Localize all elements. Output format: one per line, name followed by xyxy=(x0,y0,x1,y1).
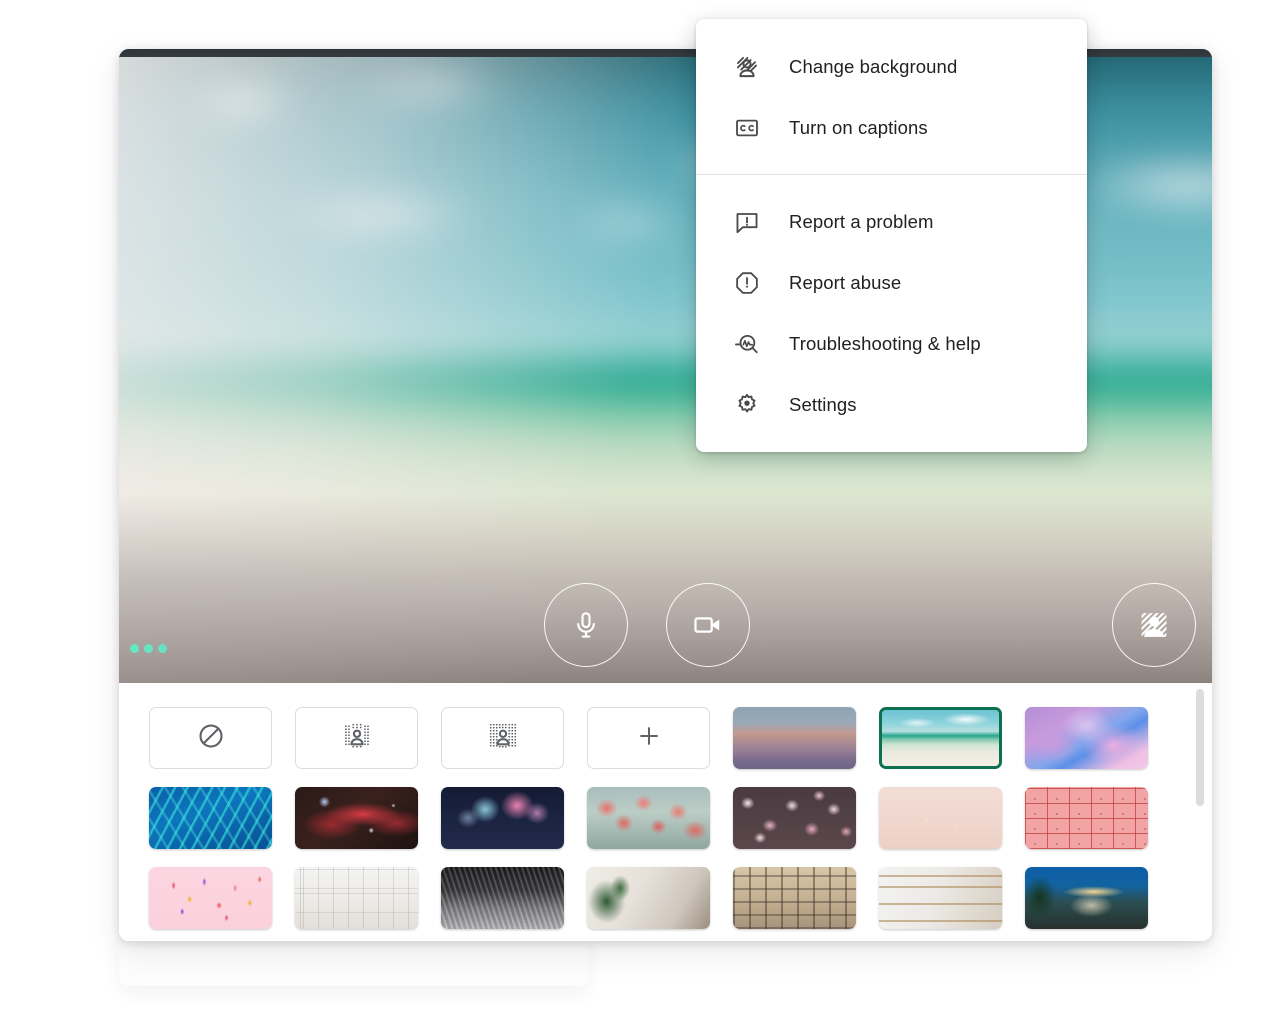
menu-item-label: Report a problem xyxy=(789,211,934,233)
menu-item-label: Settings xyxy=(789,394,857,416)
menu-item-label: Turn on captions xyxy=(789,117,928,139)
background-thumbnail xyxy=(149,787,272,849)
menu-item-report-a-problem[interactable]: Report a problem xyxy=(696,191,1087,252)
report-abuse-icon xyxy=(734,270,760,296)
change-background-icon xyxy=(1137,608,1171,642)
background-thumbnail xyxy=(441,787,564,849)
gear-icon xyxy=(734,392,760,418)
background-picker-panel xyxy=(119,683,1212,941)
background-tile-grey-bedroom[interactable] xyxy=(441,867,564,929)
background-tile-blur-background[interactable] xyxy=(441,707,564,769)
menu-item-settings[interactable]: Settings xyxy=(696,374,1087,435)
background-tile-pink-sparkles[interactable] xyxy=(879,787,1002,849)
change-background-button[interactable] xyxy=(1112,583,1196,667)
background-tile-fireworks[interactable] xyxy=(441,787,564,849)
background-thumbnail xyxy=(879,787,1002,849)
background-thumbnail xyxy=(733,787,856,849)
background-tile-plant-corner[interactable] xyxy=(587,867,710,929)
background-thumbnail xyxy=(295,787,418,849)
background-thumbnail xyxy=(441,867,564,929)
background-tile-beach[interactable] xyxy=(879,707,1002,769)
picker-scrollbar[interactable] xyxy=(1196,689,1204,935)
picker-scrollbar-thumb[interactable] xyxy=(1196,689,1204,806)
background-tile-row xyxy=(149,707,1212,769)
background-tile-upload-a-background-image[interactable] xyxy=(587,707,710,769)
change-background-icon xyxy=(734,54,760,80)
background-thumbnail xyxy=(1025,867,1148,929)
background-tile-grid xyxy=(119,683,1212,941)
speaking-dot xyxy=(144,644,153,653)
speaking-dot xyxy=(130,644,139,653)
background-thumbnail xyxy=(587,787,710,849)
background-tile-water-caustics[interactable] xyxy=(149,787,272,849)
camera-button[interactable] xyxy=(666,583,750,667)
background-tile-row xyxy=(149,787,1212,849)
background-tile-red-nebula[interactable] xyxy=(295,787,418,849)
background-thumbnail xyxy=(1025,787,1148,849)
closed-captions-icon xyxy=(734,115,760,141)
background-tile-archive-shelves[interactable] xyxy=(733,867,856,929)
plus-icon xyxy=(635,722,663,755)
microphone-button[interactable] xyxy=(544,583,628,667)
menu-item-troubleshooting-help[interactable]: Troubleshooting & help xyxy=(696,313,1087,374)
background-tile-red-blossoms[interactable] xyxy=(587,787,710,849)
screen: Change background Turn on captions Report … xyxy=(0,0,1280,1024)
menu-item-label: Report abuse xyxy=(789,272,901,294)
speaking-dot xyxy=(158,644,167,653)
background-tile-confetti[interactable] xyxy=(149,867,272,929)
video-camera-icon xyxy=(692,609,724,641)
background-thumbnail xyxy=(879,867,1002,929)
background-tile-gallery-wall-studio[interactable] xyxy=(295,867,418,929)
background-thumbnail xyxy=(733,867,856,929)
background-thumbnail xyxy=(149,867,272,929)
video-bottom-scrim xyxy=(119,493,1212,683)
background-tile-cherry-blossoms[interactable] xyxy=(733,787,856,849)
background-thumbnail xyxy=(882,710,999,766)
blur-light-icon xyxy=(342,721,372,756)
background-tile-lit-patio-at-dusk[interactable] xyxy=(1025,867,1148,929)
background-thumbnail xyxy=(587,867,710,929)
menu-divider xyxy=(696,174,1087,175)
troubleshooting-icon xyxy=(734,331,760,357)
background-tile-row xyxy=(149,867,1212,929)
background-tile-pink-grid-pattern[interactable] xyxy=(1025,787,1148,849)
no-effect-icon xyxy=(196,721,226,756)
speaking-indicator xyxy=(130,644,167,653)
menu-item-label: Change background xyxy=(789,56,957,78)
background-tile-pink-clouds[interactable] xyxy=(1025,707,1148,769)
background-thumbnail xyxy=(295,867,418,929)
background-tile-no-effect[interactable] xyxy=(149,707,272,769)
menu-item-change-background[interactable]: Change background xyxy=(696,36,1087,97)
blur-strong-icon xyxy=(488,721,518,756)
menu-item-turn-on-captions[interactable]: Turn on captions xyxy=(696,97,1087,158)
background-thumbnail xyxy=(1025,707,1148,769)
background-tile-sunset-gradient[interactable] xyxy=(733,707,856,769)
report-problem-icon xyxy=(734,209,760,235)
menu-item-report-abuse[interactable]: Report abuse xyxy=(696,252,1087,313)
background-thumbnail xyxy=(733,707,856,769)
menu-item-label: Troubleshooting & help xyxy=(789,333,981,355)
microphone-icon xyxy=(571,610,601,640)
background-tile-slightly-blur-background[interactable] xyxy=(295,707,418,769)
background-tile-wall-shelving[interactable] xyxy=(879,867,1002,929)
overflow-menu: Change background Turn on captions Report … xyxy=(696,19,1087,452)
